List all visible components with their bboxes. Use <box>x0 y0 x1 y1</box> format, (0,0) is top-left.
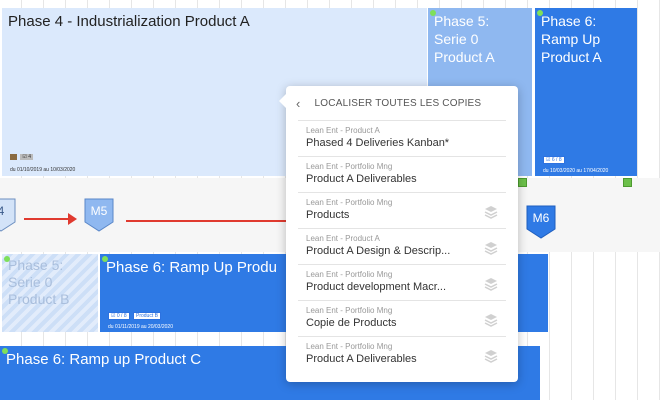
item-source: Lean Ent - Portfolio Mng <box>306 198 393 207</box>
card-title-line: Serie 0 <box>8 274 53 290</box>
link-icon[interactable] <box>518 178 527 187</box>
item-name: Phased 4 Deliveries Kanban* <box>306 137 450 149</box>
popup-header: ‹ LOCALISER TOUTES LES COPIES <box>286 86 518 120</box>
card-phase5-product-b[interactable]: Phase 5: Serie 0 Product B <box>2 254 98 332</box>
list-item[interactable]: Lean Ent - Portfolio Mng Product A Deliv… <box>298 336 506 372</box>
status-dot <box>102 256 108 262</box>
layers-icon[interactable] <box>484 241 498 255</box>
item-name: Product development Macr... <box>306 281 447 293</box>
layers-icon[interactable] <box>484 349 498 363</box>
avatar: ■ <box>10 154 18 160</box>
item-source: Lean Ent - Portfolio Mng <box>306 162 393 171</box>
tag-badge: Product B <box>133 312 161 320</box>
card-title-line: Phase 5: <box>8 257 64 273</box>
card-title: Phase 4 - Industrialization Product A <box>8 13 250 30</box>
item-name: Product A Deliverables <box>306 173 417 185</box>
status-dot <box>4 256 10 262</box>
card-title-line: Product A <box>434 49 495 65</box>
status-dot <box>2 348 8 354</box>
list-item[interactable]: Lean Ent - Portfolio Mng Product develop… <box>298 264 506 300</box>
card-phase6-product-a[interactable]: Phase 6: Ramp Up Product A ☑ 6 / 8 du 10… <box>535 8 637 176</box>
arrow-head-icon <box>68 213 77 225</box>
item-name: Products <box>306 209 350 221</box>
item-name: Product A Deliverables <box>306 353 417 365</box>
card-title-line: Ramp Up <box>541 31 601 47</box>
dependency-arrow <box>126 220 288 222</box>
item-source: Lean Ent - Portfolio Mng <box>306 306 393 315</box>
list-item[interactable]: Lean Ent - Product A Product A Design & … <box>298 228 506 264</box>
checklist-badge: ☑ 4 <box>20 154 34 160</box>
status-dot <box>537 10 543 16</box>
milestone-label: M6 <box>532 211 550 225</box>
milestone-label: M5 <box>90 204 108 218</box>
card-meta: ■ ☑ 4 <box>10 154 35 160</box>
status-dot <box>430 10 436 16</box>
card-meta: ☑ 0 / 8 Product B <box>108 312 163 320</box>
link-icon[interactable] <box>623 178 632 187</box>
item-name: Product A Design & Descrip... <box>306 245 451 257</box>
layers-icon[interactable] <box>484 313 498 327</box>
card-title-line: Product B <box>8 291 70 307</box>
popup-title: LOCALISER TOUTES LES COPIES <box>314 97 482 109</box>
copies-list: Lean Ent - Product A Phased 4 Deliveries… <box>298 120 506 372</box>
card-dates: du 10/03/2020 au 17/04/2020 <box>543 168 609 174</box>
checklist-badge: ☑ 6 / 8 <box>543 156 565 164</box>
dependency-arrow <box>24 218 70 220</box>
milestone-m4[interactable]: 4 <box>0 198 16 232</box>
list-item[interactable]: Lean Ent - Product A Phased 4 Deliveries… <box>298 120 506 156</box>
milestone-label: 4 <box>0 204 5 218</box>
card-title-line: Product A <box>541 49 602 65</box>
popup-caret <box>279 94 286 108</box>
milestone-m6[interactable]: M6 <box>526 205 556 239</box>
card-meta: ☑ 6 / 8 <box>543 156 567 164</box>
item-source: Lean Ent - Portfolio Mng <box>306 270 393 279</box>
list-item[interactable]: Lean Ent - Portfolio Mng Product A Deliv… <box>298 156 506 192</box>
card-dates: du 01/11/2019 au 20/03/2020 <box>108 324 173 330</box>
locate-copies-popup: ‹ LOCALISER TOUTES LES COPIES Lean Ent -… <box>279 86 518 382</box>
item-source: Lean Ent - Product A <box>306 234 380 243</box>
item-name: Copie de Products <box>306 317 397 329</box>
layers-icon[interactable] <box>484 277 498 291</box>
layers-icon[interactable] <box>484 205 498 219</box>
list-item[interactable]: Lean Ent - Portfolio Mng Copie de Produc… <box>298 300 506 336</box>
item-source: Lean Ent - Product A <box>306 126 380 135</box>
item-source: Lean Ent - Portfolio Mng <box>306 342 393 351</box>
chevron-left-icon[interactable]: ‹ <box>296 96 301 111</box>
list-item[interactable]: Lean Ent - Portfolio Mng Products <box>298 192 506 228</box>
card-title-line: Phase 5: <box>434 13 490 29</box>
card-dates: du 01/10/2019 au 10/03/2020 <box>10 167 76 173</box>
milestone-m5[interactable]: M5 <box>84 198 114 232</box>
checklist-badge: ☑ 0 / 8 <box>108 312 130 320</box>
card-title-line: Phase 6: <box>541 13 597 29</box>
card-title-line: Serie 0 <box>434 31 479 47</box>
